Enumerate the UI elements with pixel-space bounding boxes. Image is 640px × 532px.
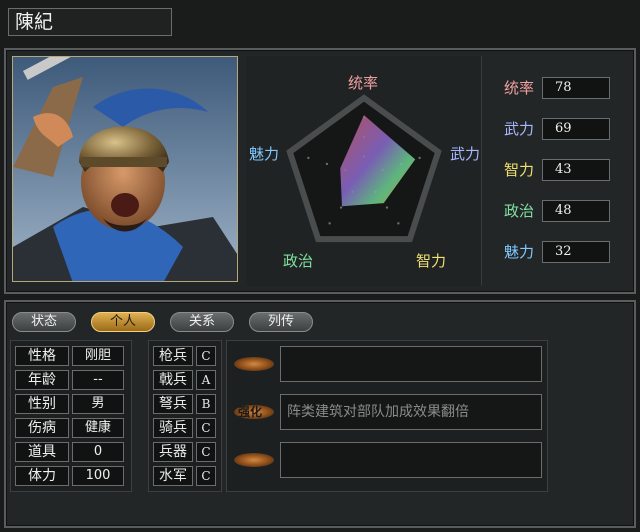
unit-grade: A [196,370,216,390]
info-label: 性别 [15,394,69,414]
stat-value: 69 [542,118,610,140]
stat-label: 统率 [504,79,535,97]
general-name: 陳紀 [8,8,172,36]
unit-label: 骑兵 [153,418,193,438]
tab-biography[interactable]: 列传 [249,312,313,332]
info-label: 道具 [15,442,69,462]
attribute-radar: 统率 武力 智力 政治 魅力 [246,56,482,286]
general-portrait [12,56,238,282]
radar-grid-dot [418,156,421,160]
info-label: 伤病 [15,418,69,438]
unit-grade: C [196,346,216,366]
unit-grade: C [196,442,216,462]
tab-status[interactable]: 状态 [12,312,76,332]
stat-value: 32 [542,241,610,263]
radar-grid-dot [339,206,343,209]
stat-row-wu: 武力 69 [504,118,614,140]
unit-label: 戟兵 [153,370,193,390]
unit-grade: C [196,418,216,438]
radar-label-zheng: 政治 [283,252,314,270]
unit-label: 弩兵 [153,394,193,414]
stat-label: 政治 [504,202,535,220]
radar-grid-dot [385,206,389,209]
skill-slot-2[interactable]: 阵类建筑对部队加成效果翻倍 [280,394,542,430]
skill-empty-icon[interactable] [234,357,274,371]
stat-label: 魅力 [504,243,535,261]
info-value: 健康 [72,418,124,438]
info-value: -- [72,370,124,390]
portrait-image [13,57,237,281]
info-value: 0 [72,442,124,462]
radar-label-zhi: 智力 [416,252,447,270]
unit-grade: C [196,466,216,486]
skill-empty-icon[interactable] [234,453,274,467]
skill-slot-3[interactable] [280,442,542,478]
radar-grid-dot [397,222,400,225]
stat-label: 武力 [504,120,535,138]
info-label: 性格 [15,346,69,366]
stat-row-zhi: 智力 43 [504,159,614,181]
info-label: 体力 [15,466,69,486]
tab-personal[interactable]: 个人 [91,312,155,332]
radar-grid-dot [325,162,329,166]
stat-row-zheng: 政治 48 [504,200,614,222]
stat-value: 48 [542,200,610,222]
stat-row-mei: 魅力 32 [504,241,614,263]
skill-slot-1[interactable] [280,346,542,382]
stat-row-tong: 统率 78 [504,77,614,99]
radar-grid-dot [328,222,331,225]
info-label: 年龄 [15,370,69,390]
unit-label: 兵器 [153,442,193,462]
unit-label: 水军 [153,466,193,486]
radar-label-wu: 武力 [450,145,481,163]
info-value: 男 [72,394,124,414]
unit-grade: B [196,394,216,414]
info-value: 刚胆 [72,346,124,366]
radar-label-tong: 统率 [348,74,379,92]
stat-value: 78 [542,77,610,99]
stat-value: 43 [542,159,610,181]
skill-name: 强化 [238,405,263,419]
tab-relations[interactable]: 关系 [170,312,234,332]
radar-grid-dot [307,156,310,160]
unit-label: 枪兵 [153,346,193,366]
radar-label-mei: 魅力 [249,145,280,163]
stat-label: 智力 [504,161,535,179]
info-value: 100 [72,466,124,486]
